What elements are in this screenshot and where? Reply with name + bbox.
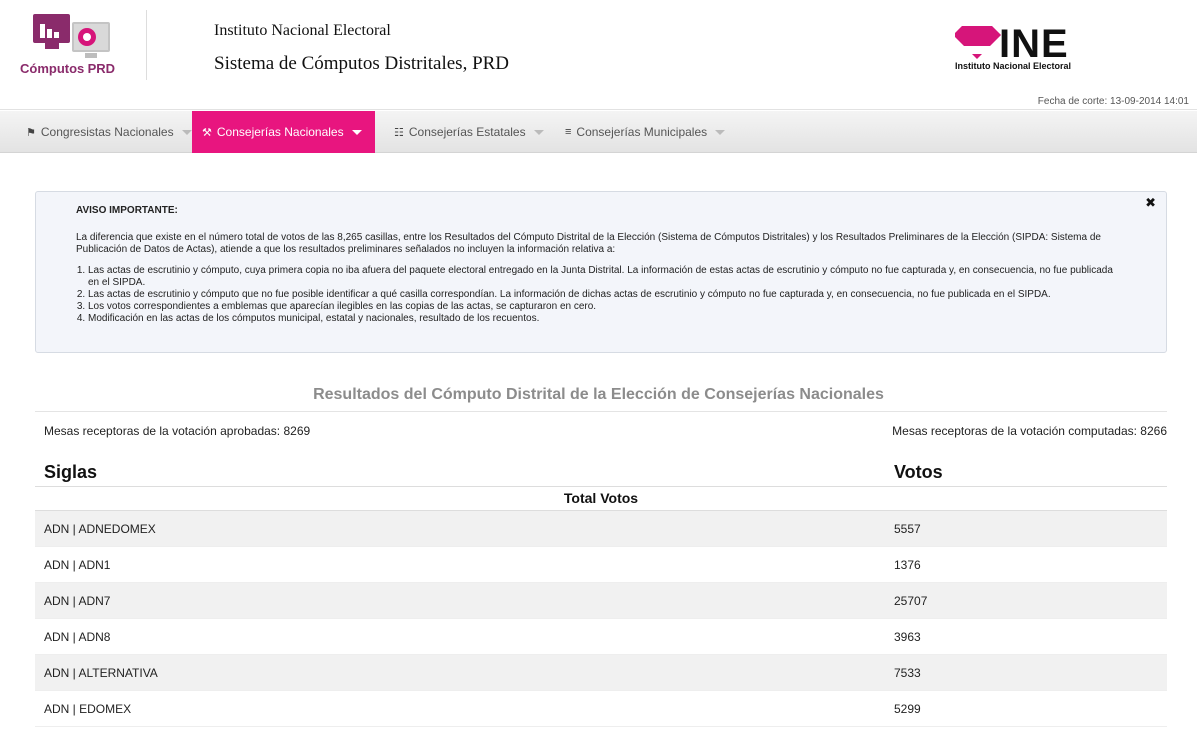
cell-siglas: ADN | ADN7 — [44, 594, 111, 608]
menu-icon: ≡ — [565, 126, 572, 138]
notice-text: La diferencia que existe en el número to… — [76, 232, 1101, 255]
nav-consejerias-nacionales[interactable]: ⚒ Consejerías Nacionales — [192, 111, 375, 153]
nav-label: Consejerías Nacionales — [216, 125, 344, 139]
cell-siglas: ADN | EDOMEX — [44, 702, 132, 716]
logo-text: Cómputos PRD — [20, 61, 116, 76]
cell-votos: 1376 — [894, 558, 921, 572]
column-header-votos: Votos — [894, 462, 943, 482]
cell-siglas: ADN | ADNEDOMEX — [44, 522, 156, 536]
institute-name: Instituto Nacional Electoral — [214, 22, 391, 39]
nav-consejerias-estatales[interactable]: ☷ Consejerías Estatales — [384, 111, 554, 153]
gavel-icon: ⚒ — [202, 126, 212, 139]
nav-consejerias-municipales[interactable]: ≡ Consejerías Municipales — [555, 111, 735, 153]
system-title: Sistema de Cómputos Distritales, PRD — [214, 53, 510, 74]
cell-siglas: ADN | ADN1 — [44, 558, 111, 572]
table-row: ADN | ADN8 3963 — [35, 619, 1167, 655]
notice-item: Las actas de escrutinio y cómputo, cuya … — [88, 265, 1126, 289]
notice-title: AVISO IMPORTANTE: — [76, 205, 178, 216]
monitor-chart-icon — [33, 14, 70, 43]
ine-logo[interactable]: INE Instituto Nacional Electoral — [955, 22, 1105, 76]
results-table: Siglas Votos Total Votos ADN | ADNEDOMEX… — [35, 455, 1167, 727]
monitor-prd-icon — [72, 22, 110, 52]
table-header: Siglas Votos — [35, 455, 1167, 487]
cell-votos: 5299 — [894, 702, 921, 716]
nav-label: Consejerías Municipales — [576, 125, 708, 139]
mesas-aprobadas: Mesas receptoras de la votación aprobada… — [44, 424, 311, 438]
logo-divider — [146, 10, 147, 80]
caret-down-icon — [351, 129, 362, 135]
nav-label: Consejerías Estatales — [408, 125, 526, 139]
ine-logo-subtitle: Instituto Nacional Electoral — [955, 61, 1072, 71]
notice-item: Los votos correspondientes a emblemas qu… — [88, 301, 1126, 313]
fecha-corte: Fecha de corte: 13-09-2014 14:01 — [1037, 96, 1189, 107]
close-icon[interactable]: ✖ — [1145, 196, 1156, 209]
caret-down-icon — [181, 129, 192, 135]
caret-down-icon — [715, 129, 726, 135]
table-row: ADN | ALTERNATIVA 7533 — [35, 655, 1167, 691]
page-header: Cómputos PRD Instituto Nacional Electora… — [0, 0, 1197, 110]
notice-item: Modificación en las actas de los cómputo… — [88, 313, 1126, 325]
caret-down-icon — [533, 129, 544, 135]
results-title: Resultados del Cómputo Distrital de la E… — [313, 386, 884, 403]
notice-list: Las actas de escrutinio y cómputo, cuya … — [76, 265, 1126, 325]
table-row: ADN | ADNEDOMEX 5557 — [35, 511, 1167, 547]
total-votos-header: Total Votos — [35, 487, 1167, 511]
cell-votos: 5557 — [894, 522, 921, 536]
list-icon: ☷ — [394, 126, 404, 139]
flag-icon: ⚑ — [26, 126, 36, 139]
cell-siglas: ADN | ADN8 — [44, 630, 111, 644]
cell-siglas: ADN | ALTERNATIVA — [44, 666, 158, 680]
computos-prd-logo[interactable]: Cómputos PRD — [20, 10, 132, 82]
table-row: ADN | ADN1 1376 — [35, 547, 1167, 583]
main-nav: ⚑ Congresistas Nacionales ⚒ Consejerías … — [0, 111, 1197, 153]
important-notice: ✖ AVISO IMPORTANTE: La diferencia que ex… — [35, 191, 1167, 353]
mesas-computadas: Mesas receptoras de la votación computad… — [892, 424, 1167, 438]
cell-votos: 3963 — [894, 630, 921, 644]
nav-congresistas-nacionales[interactable]: ⚑ Congresistas Nacionales — [16, 111, 202, 153]
column-header-siglas: Siglas — [44, 462, 98, 482]
nav-label: Congresistas Nacionales — [40, 125, 174, 139]
divider — [35, 411, 1167, 412]
cell-votos: 7533 — [894, 666, 921, 680]
notice-item: Las actas de escrutinio y cómputo que no… — [88, 289, 1126, 301]
cell-votos: 25707 — [894, 594, 928, 608]
table-row: ADN | ADN7 25707 — [35, 583, 1167, 619]
table-row: ADN | EDOMEX 5299 — [35, 691, 1167, 727]
